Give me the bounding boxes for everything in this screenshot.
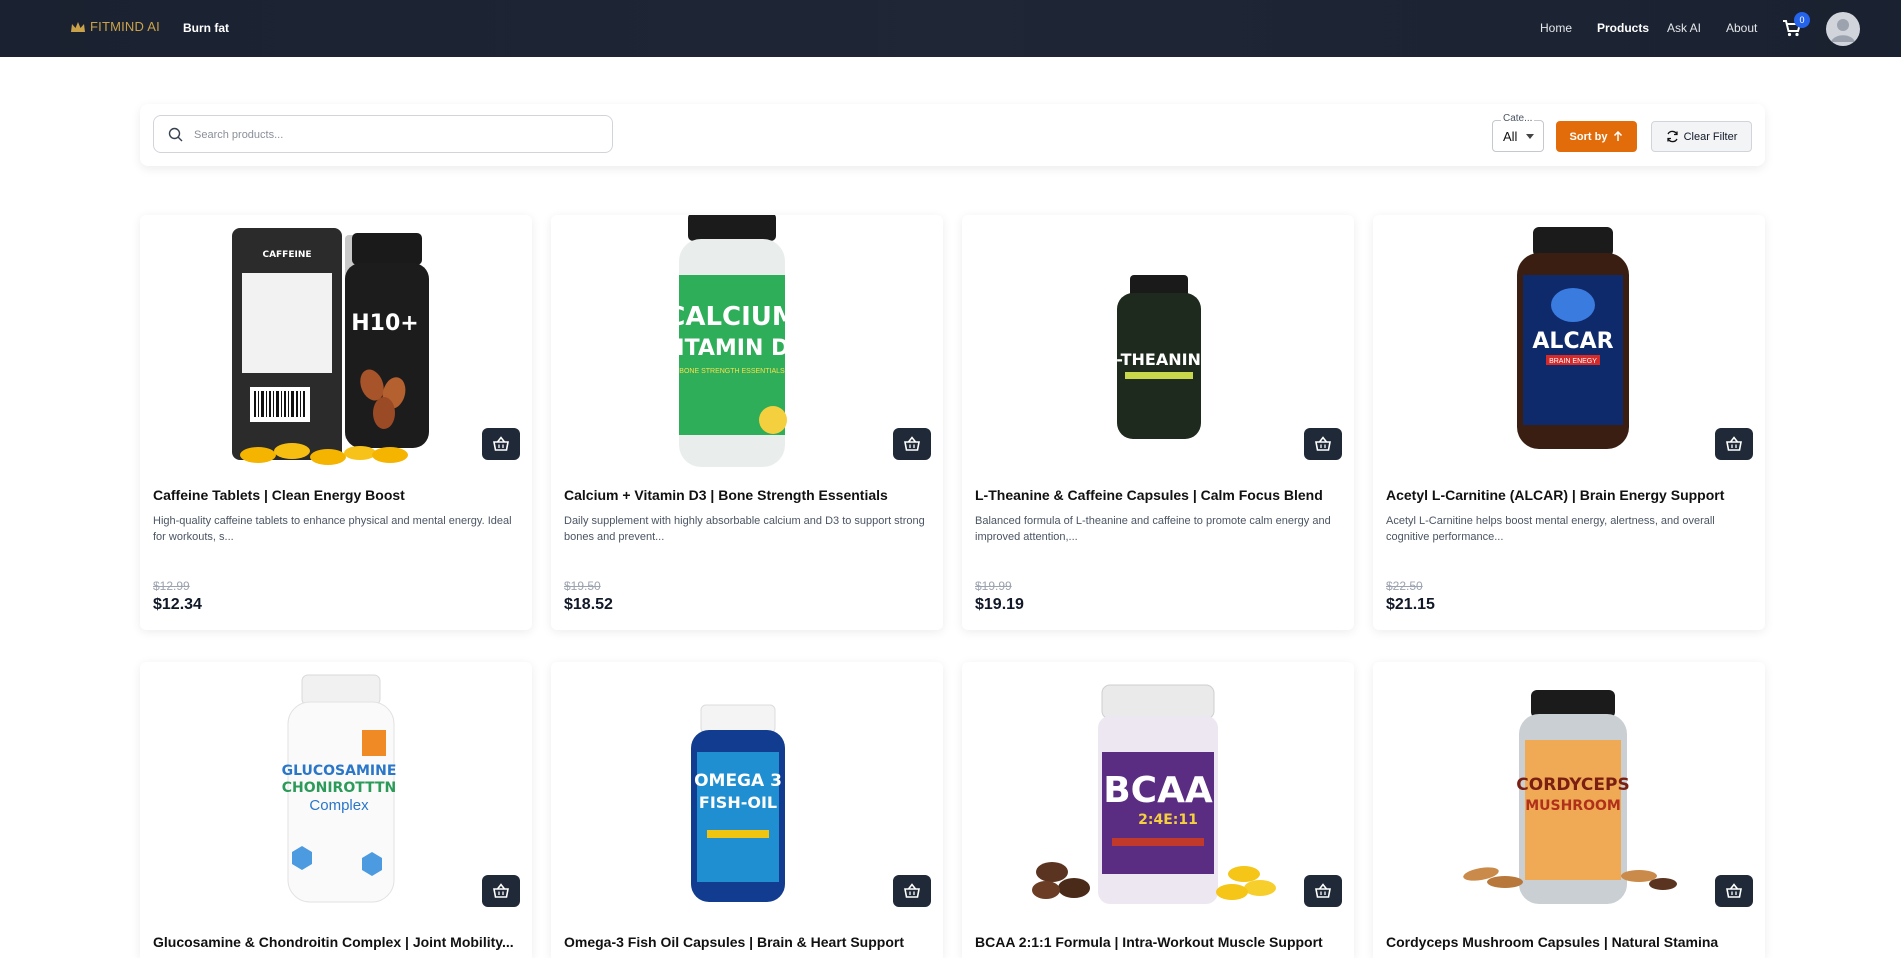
sort-by-button[interactable]: Sort by: [1556, 121, 1637, 152]
brand-logo[interactable]: FITMIND AI: [70, 19, 160, 34]
bcaa-ratio-label: 2:4E:11: [1138, 812, 1198, 828]
product-old-price: $22.50: [1386, 579, 1423, 593]
add-to-cart-button[interactable]: [893, 428, 931, 460]
category-label: Cate...: [1501, 113, 1535, 124]
product-card[interactable]: OMEGA 3 FISH-OIL Omega-3 Fish Oil Capsul…: [551, 662, 943, 958]
chondroitin-label: CHONIROTTTN: [282, 780, 397, 796]
crown-icon: [71, 21, 85, 32]
add-to-cart-button[interactable]: [482, 428, 520, 460]
user-avatar[interactable]: [1826, 12, 1860, 46]
product-title[interactable]: L-Theanine & Caffeine Capsules | Calm Fo…: [975, 487, 1345, 503]
top-navbar: FITMIND AI Burn fat Home Products Ask AI…: [0, 0, 1901, 57]
alcar-label: ALCAR: [1532, 329, 1613, 354]
arrow-up-icon: [1614, 131, 1623, 141]
bcaa-label: BCAA: [1103, 770, 1213, 811]
product-card[interactable]: CAFFEINE H10+ Caffeine Tablets | Clean E…: [140, 215, 532, 630]
h10-label: H10+: [351, 311, 418, 336]
search-box[interactable]: [153, 115, 613, 153]
product-card[interactable]: GLUCOSAMINE CHONIROTTTN Complex Glucosam…: [140, 662, 532, 958]
add-to-cart-button[interactable]: [1715, 428, 1753, 460]
mushroom-label: MUSHROOM: [1525, 798, 1621, 814]
fish-oil-label: FISH-OIL: [699, 793, 777, 812]
clear-filter-label: Clear Filter: [1683, 130, 1738, 143]
basket-icon: [1726, 883, 1742, 898]
search-icon: [168, 127, 183, 142]
vitamin-d3-label: VITAMIN D3: [659, 336, 804, 361]
add-to-cart-button[interactable]: [893, 875, 931, 907]
product-title[interactable]: Omega-3 Fish Oil Capsules | Brain & Hear…: [564, 934, 934, 950]
product-price: $18.52: [564, 596, 613, 613]
product-image[interactable]: CORDYCEPS MUSHROOM: [1373, 662, 1765, 917]
search-input[interactable]: [194, 125, 594, 145]
l-theanine-label: L-THEANINE: [1106, 350, 1212, 369]
basket-icon: [493, 436, 509, 451]
product-image[interactable]: CAFFEINE H10+: [140, 215, 532, 470]
product-image[interactable]: CALCIUM VITAMIN D3 BONE STRENGTH ESSENTI…: [551, 215, 943, 470]
brain-energy-label: BRAIN ENEGY: [1549, 358, 1597, 365]
add-to-cart-button[interactable]: [1304, 875, 1342, 907]
cart-count-badge: 0: [1794, 12, 1810, 28]
basket-icon: [904, 436, 920, 451]
omega-3-label: OMEGA 3: [694, 771, 782, 791]
add-to-cart-button[interactable]: [1715, 875, 1753, 907]
basket-icon: [904, 883, 920, 898]
clear-filter-button[interactable]: Clear Filter: [1651, 121, 1752, 152]
product-price: $19.19: [975, 596, 1024, 613]
product-card[interactable]: BCAA 2:4E:11 BCAA 2:1:1 Formula | Intra-…: [962, 662, 1354, 958]
product-old-price: $19.99: [975, 579, 1012, 593]
basket-icon: [1726, 436, 1742, 451]
product-card[interactable]: L-THEANINE L-Theanine & Caffeine Capsule…: [962, 215, 1354, 630]
product-title[interactable]: Glucosamine & Chondroitin Complex | Join…: [153, 934, 523, 950]
user-icon: [1831, 19, 1855, 42]
product-image[interactable]: GLUCOSAMINE CHONIROTTTN Complex: [140, 662, 532, 917]
product-image[interactable]: BCAA 2:4E:11: [962, 662, 1354, 917]
product-card[interactable]: ALCAR BRAIN ENEGY Acetyl L-Carnitine (AL…: [1373, 215, 1765, 630]
product-description: High-quality caffeine tablets to enhance…: [153, 515, 512, 543]
add-to-cart-button[interactable]: [482, 875, 520, 907]
product-description: Acetyl L-Carnitine helps boost mental en…: [1386, 515, 1715, 543]
bone-strength-label: BONE STRENGTH ESSENTIALS: [679, 368, 785, 375]
product-title[interactable]: Calcium + Vitamin D3 | Bone Strength Ess…: [564, 487, 934, 503]
chevron-down-icon: [1526, 134, 1534, 139]
product-image[interactable]: ALCAR BRAIN ENEGY: [1373, 215, 1765, 470]
nav-products[interactable]: Products: [1597, 21, 1649, 35]
product-image[interactable]: OMEGA 3 FISH-OIL: [551, 662, 943, 917]
product-old-price: $12.99: [153, 579, 190, 593]
cordyceps-label: CORDYCEPS: [1516, 775, 1629, 795]
product-image[interactable]: L-THEANINE: [962, 215, 1354, 470]
category-select[interactable]: Cate... All: [1492, 113, 1544, 152]
sort-by-label: Sort by: [1569, 130, 1608, 143]
product-title[interactable]: Caffeine Tablets | Clean Energy Boost: [153, 487, 523, 503]
product-price: $21.15: [1386, 596, 1435, 613]
product-title[interactable]: Cordyceps Mushroom Capsules | Natural St…: [1386, 934, 1756, 950]
calcium-label: CALCIUM: [666, 302, 798, 332]
product-price: $12.34: [153, 596, 202, 613]
product-card[interactable]: CORDYCEPS MUSHROOM Cordyceps Mushroom Ca…: [1373, 662, 1765, 958]
nav-ask-ai[interactable]: Ask AI: [1667, 21, 1701, 35]
product-card[interactable]: CALCIUM VITAMIN D3 BONE STRENGTH ESSENTI…: [551, 215, 943, 630]
caffeine-label: CAFFEINE: [262, 250, 311, 260]
nav-about[interactable]: About: [1726, 21, 1757, 35]
product-old-price: $19.50: [564, 579, 601, 593]
burn-fat-link[interactable]: Burn fat: [183, 21, 229, 35]
product-description: Balanced formula of L-theanine and caffe…: [975, 515, 1331, 543]
complex-label: Complex: [309, 797, 369, 814]
nav-home[interactable]: Home: [1540, 21, 1572, 35]
add-to-cart-button[interactable]: [1304, 428, 1342, 460]
basket-icon: [493, 883, 509, 898]
category-value: All: [1503, 129, 1518, 144]
basket-icon: [1315, 436, 1331, 451]
basket-icon: [1315, 883, 1331, 898]
filter-bar: Cate... All Sort by Clear Filter: [140, 104, 1765, 166]
product-title[interactable]: Acetyl L-Carnitine (ALCAR) | Brain Energ…: [1386, 487, 1756, 503]
refresh-icon: [1666, 130, 1678, 143]
product-description: Daily supplement with highly absorbable …: [564, 515, 925, 543]
product-title[interactable]: BCAA 2:1:1 Formula | Intra-Workout Muscl…: [975, 934, 1345, 950]
glucosamine-label: GLUCOSAMINE: [282, 763, 397, 779]
brand-name: FITMIND AI: [90, 19, 160, 34]
